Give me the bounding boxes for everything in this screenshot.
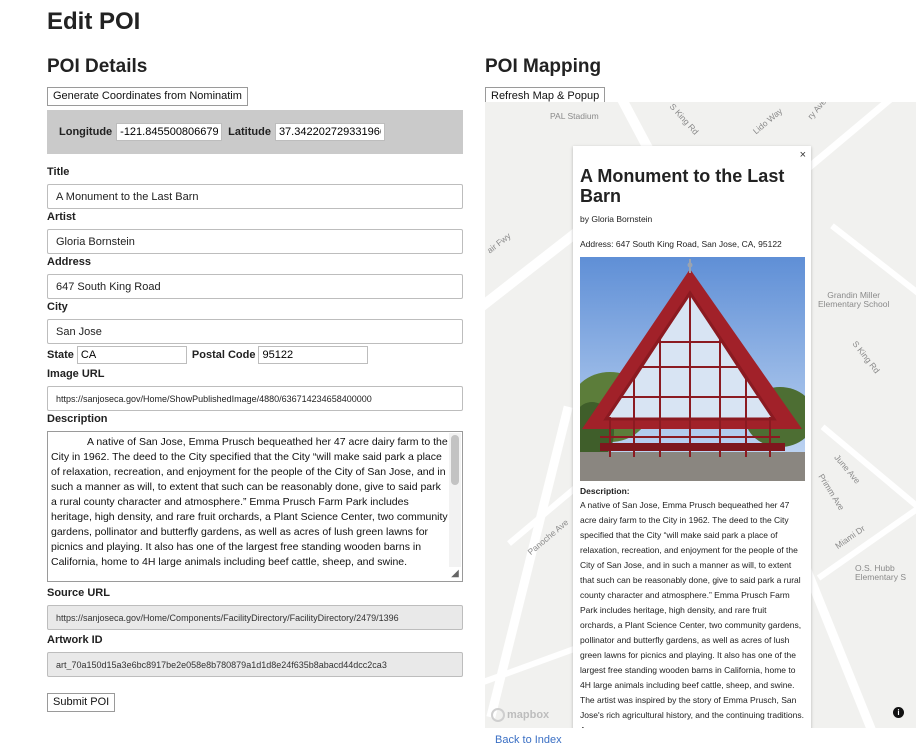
poi-details-heading: POI Details — [47, 56, 148, 77]
title-input[interactable] — [47, 184, 463, 209]
source-url-input — [47, 605, 463, 630]
page-title: Edit POI — [47, 8, 141, 35]
map-label-os-hubb-line2: Elementary S — [855, 572, 907, 582]
map-label-grandin-miller-school: Grandin Miller Elementary School — [818, 291, 889, 309]
address-input[interactable] — [47, 274, 463, 299]
map-label-pal-stadium: PAL Stadium — [550, 111, 599, 121]
coordinates-panel: Longitude Latitude — [47, 110, 463, 154]
image-url-input[interactable] — [47, 386, 463, 411]
artist-label: Artist — [47, 211, 76, 223]
popup-title: A Monument to the Last Barn — [580, 166, 785, 206]
poi-mapping-header: POI Mapping Refresh Map & Popup — [485, 56, 916, 106]
artwork-id-input — [47, 652, 463, 677]
longitude-label: Longitude — [59, 126, 113, 138]
map-label-freeway: air Fwy — [485, 230, 513, 256]
popup-description-heading: Description: — [580, 486, 630, 496]
resize-grip-icon[interactable]: ◢ — [449, 568, 461, 580]
city-input[interactable] — [47, 319, 463, 344]
map-label-lido-way: Lido Way — [750, 105, 785, 137]
map-label-os-hubb-school: O.S. Hubb Elementary S — [855, 564, 906, 582]
map-label-primm-ave: Primm Ave — [816, 471, 847, 513]
map-road — [830, 223, 916, 327]
popup-artist: by Gloria Bornstein — [580, 214, 653, 224]
map-road — [820, 424, 916, 526]
barn-image — [580, 257, 805, 481]
state-label: State — [47, 349, 74, 361]
map-popup: × A Monument to the Last Barn by Gloria … — [573, 146, 811, 728]
latitude-label: Latitude — [228, 126, 271, 138]
description-label: Description — [47, 413, 108, 425]
map-road — [486, 405, 573, 719]
postal-code-input[interactable] — [258, 346, 369, 364]
map-label-s-king-rd-right: S King Rd — [850, 338, 882, 376]
info-icon[interactable]: i — [893, 707, 904, 718]
description-scrollbar[interactable] — [449, 433, 461, 567]
popup-address: Address: 647 South King Road, San Jose, … — [580, 239, 782, 249]
map-label-s-king-rd: S King Rd — [667, 102, 701, 137]
description-text: A native of San Jose, Emma Prusch bequea… — [51, 436, 448, 568]
map-label-grandin-line2: Elementary School — [818, 299, 890, 309]
state-input[interactable] — [76, 346, 187, 364]
state-postal-row: State Postal Code — [47, 346, 463, 364]
artwork-id-label: Artwork ID — [47, 634, 103, 646]
description-textarea[interactable]: A native of San Jose, Emma Prusch bequea… — [47, 431, 463, 582]
mapbox-icon — [491, 708, 505, 722]
latitude-input[interactable] — [274, 123, 385, 141]
image-url-label: Image URL — [47, 368, 105, 380]
title-label: Title — [47, 166, 70, 178]
generate-coordinates-button[interactable]: Generate Coordinates from Nominatim — [47, 87, 248, 106]
close-icon[interactable]: × — [800, 149, 806, 161]
map-view[interactable]: PAL Stadium S King Rd Lido Way ry Ave ai… — [485, 102, 916, 728]
back-to-index-link[interactable]: Back to Index — [495, 734, 562, 746]
poi-mapping-heading: POI Mapping — [485, 56, 602, 77]
city-label: City — [47, 301, 68, 313]
artist-input[interactable] — [47, 229, 463, 254]
source-url-label: Source URL — [47, 587, 110, 599]
address-label: Address — [47, 256, 92, 268]
mapbox-logo[interactable]: mapbox — [491, 708, 549, 722]
artwork-photo — [580, 257, 805, 481]
map-label-ave: ry Ave — [805, 102, 829, 122]
poi-details-panel: POI Details Generate Coordinates from No… — [47, 56, 463, 712]
longitude-input[interactable] — [116, 123, 223, 141]
popup-description-text: A native of San Jose, Emma Prusch bequea… — [580, 500, 804, 728]
postal-code-label: Postal Code — [191, 349, 256, 361]
mapbox-logo-text: mapbox — [507, 709, 550, 721]
submit-poi-button[interactable]: Submit POI — [47, 693, 116, 712]
